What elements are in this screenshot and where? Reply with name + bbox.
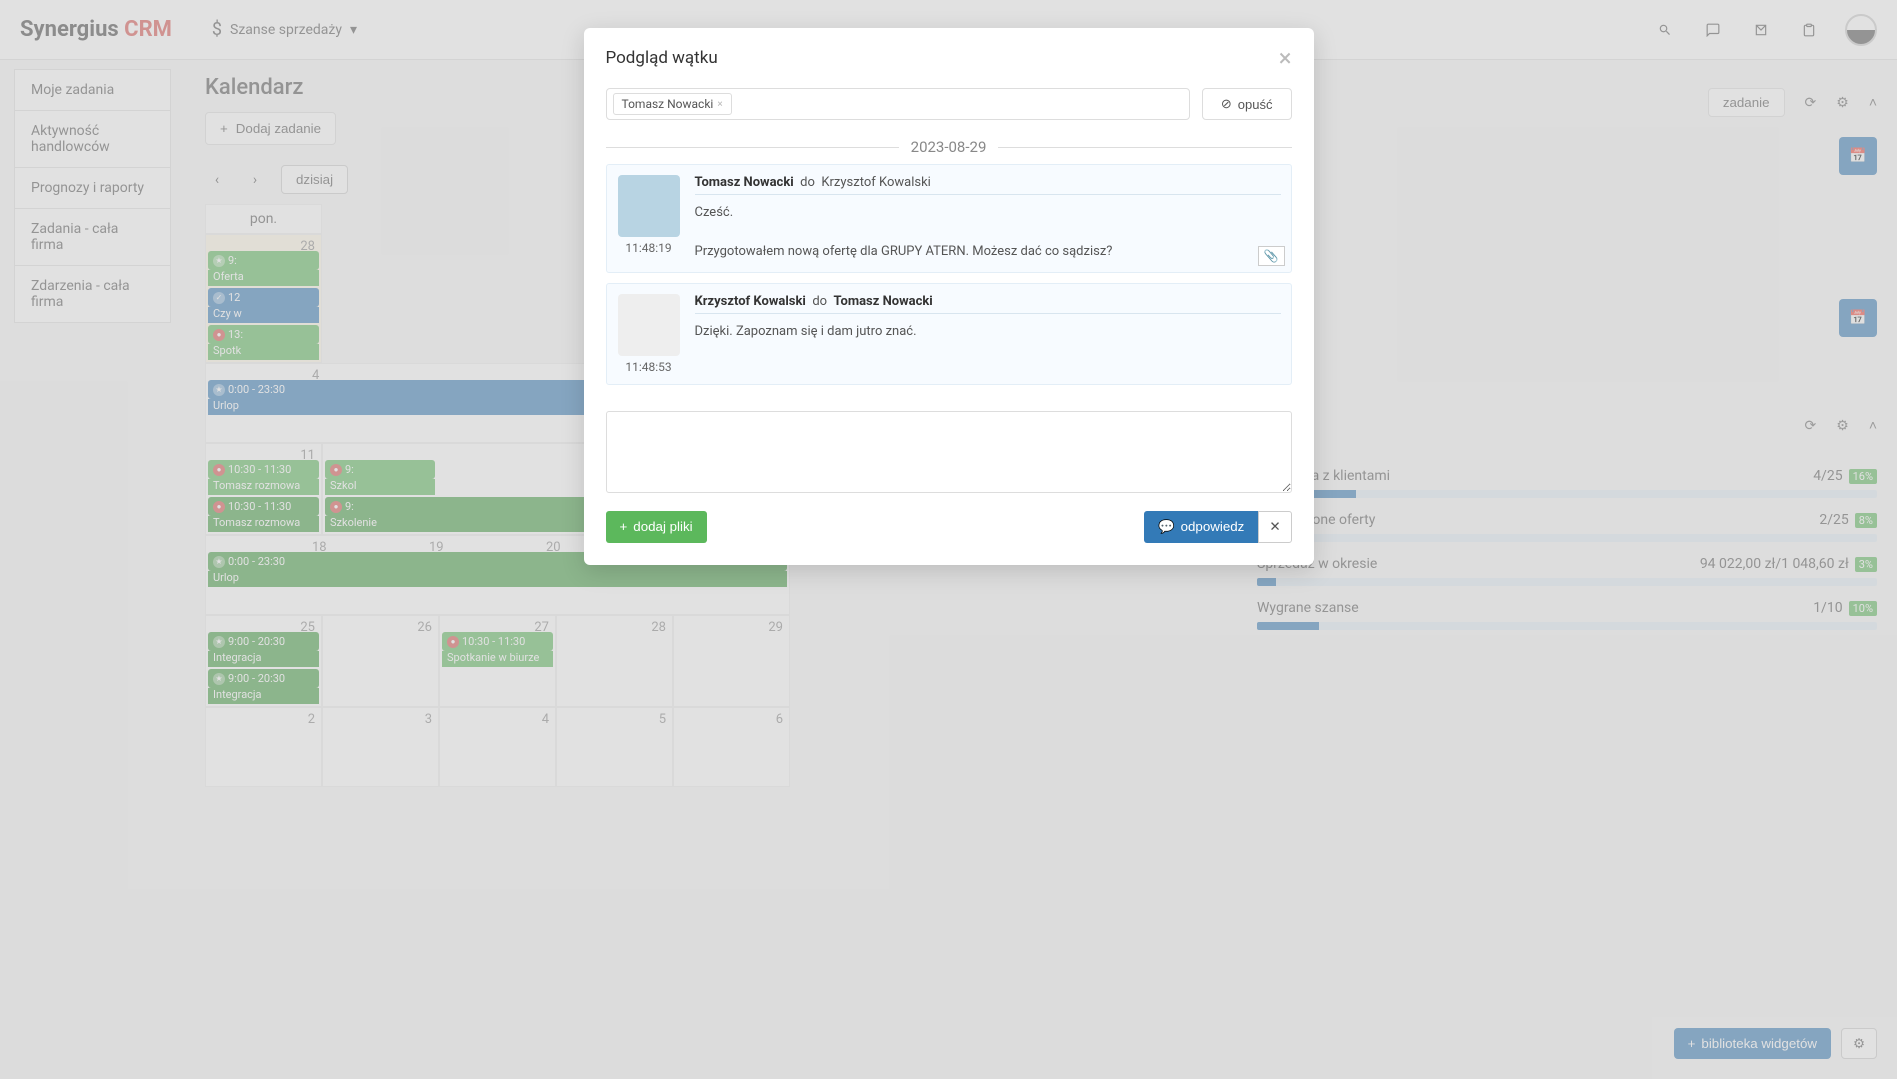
message-to: Krzysztof Kowalski [821,175,930,190]
add-files-label: dodaj pliki [633,519,692,534]
message-time: 11:48:19 [625,241,671,255]
close-icon[interactable]: × [1279,44,1292,72]
message-header: Krzysztof Kowalski do Tomasz Nowacki [695,294,1281,314]
attachment-icon[interactable]: 📎 [1258,246,1285,266]
block-icon: ⊘ [1221,96,1232,112]
thread-date: 2023-08-29 [899,138,999,156]
message-line: Dzięki. Zapoznam się i dam jutro znać. [695,322,1281,342]
participant-pill: Tomasz Nowacki × [613,93,732,115]
message-to: Tomasz Nowacki [834,294,933,309]
close-icon: ✕ [1269,519,1280,534]
message-time: 11:48:53 [625,360,671,374]
message: 11:48:53 Krzysztof Kowalski do Tomasz No… [606,283,1292,385]
add-files-button[interactable]: + dodaj pliki [606,511,707,543]
message-avatar [618,294,680,356]
chat-icon: 💬 [1158,519,1175,535]
date-divider: 2023-08-29 [606,138,1292,156]
plus-icon: + [620,519,628,534]
message-line: Cześć. [695,203,1281,223]
message-from: Tomasz Nowacki [695,175,794,190]
participants-input[interactable]: Tomasz Nowacki × [606,88,1190,120]
participant-name: Tomasz Nowacki [622,97,714,111]
leave-button[interactable]: ⊘ opuść [1202,88,1292,120]
modal-title: Podgląd wątku [606,48,718,68]
reply-button[interactable]: 💬 odpowiedz [1144,511,1258,543]
message-from: Krzysztof Kowalski [695,294,806,309]
remove-icon[interactable]: × [717,99,722,110]
message-avatar [618,175,680,237]
thread-preview-modal: Podgląd wątku × Tomasz Nowacki × ⊘ opuść… [584,28,1314,565]
cancel-button[interactable]: ✕ [1258,511,1291,543]
message: 11:48:19 Tomasz Nowacki do Krzysztof Kow… [606,164,1292,273]
reply-textarea[interactable] [606,411,1292,493]
leave-label: opuść [1238,97,1273,112]
message-header: Tomasz Nowacki do Krzysztof Kowalski [695,175,1281,195]
message-line: Przygotowałem nową ofertę dla GRUPY ATER… [695,242,1281,262]
reply-label: odpowiedz [1181,519,1245,534]
